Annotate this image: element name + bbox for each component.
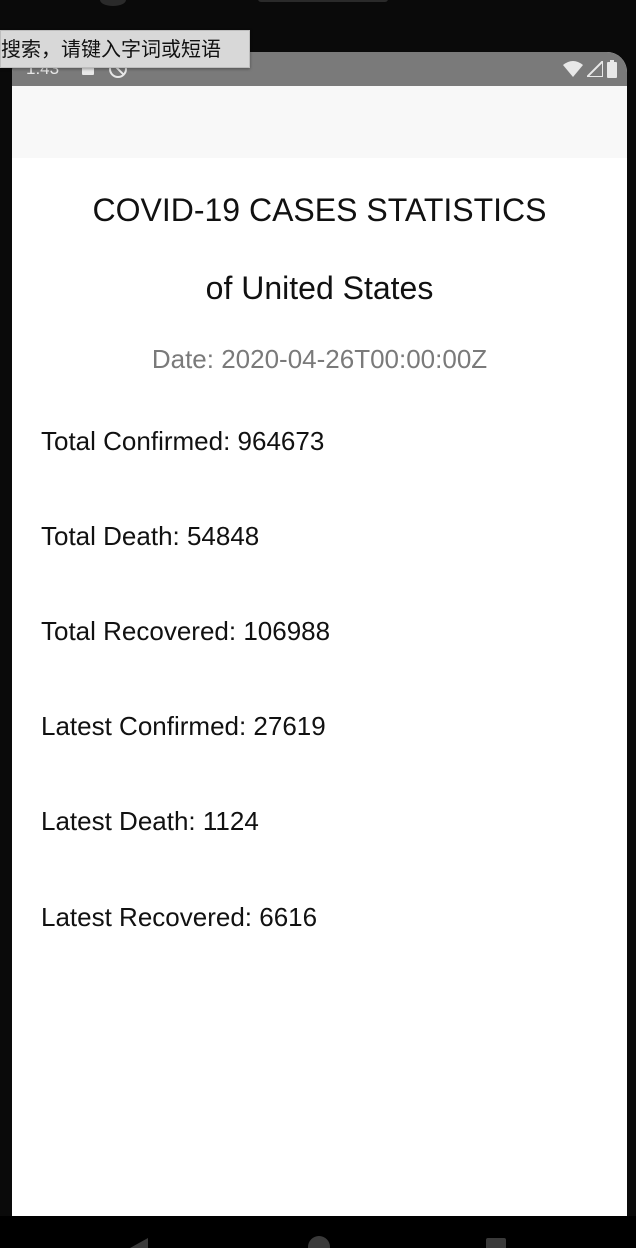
battery-icon [607,60,617,78]
device-frame: 搜索，请键入字词或短语 1:43 COVID-19 CASES STATISTI… [0,0,636,1248]
date-label: Date: 2020-04-26T00:00:00Z [151,344,488,374]
page-title: COVID-19 CASES STATISTICS [92,192,547,228]
status-icons-right [563,60,617,78]
ime-search-hint: 搜索，请键入字词或短语 [0,30,250,68]
app-bar [12,86,627,158]
navigation-bar [0,1216,636,1248]
stat-latest-confirmed: Latest Confirmed: 27619 [41,711,326,741]
stat-total-confirmed: Total Confirmed: 964673 [41,426,325,456]
stat-latest-death: Latest Death: 1124 [41,806,259,836]
ime-search-hint-text: 搜索，请键入字词或短语 [1,37,221,61]
app-screen: 1:43 COVID-19 CASES STATISTICS of United… [12,52,627,1216]
cell-signal-icon [587,61,603,77]
stat-total-death: Total Death: 54848 [41,521,260,551]
wifi-icon [563,61,583,77]
stat-latest-recovered: Latest Recovered: 6616 [41,902,318,932]
recent-apps-icon[interactable] [486,1238,506,1248]
page-subtitle: of United States [205,270,434,306]
back-icon[interactable] [130,1238,148,1248]
stat-total-recovered: Total Recovered: 106988 [41,616,331,646]
camera-dot [100,0,126,6]
speaker-grille [258,0,388,2]
home-icon[interactable] [308,1236,330,1248]
